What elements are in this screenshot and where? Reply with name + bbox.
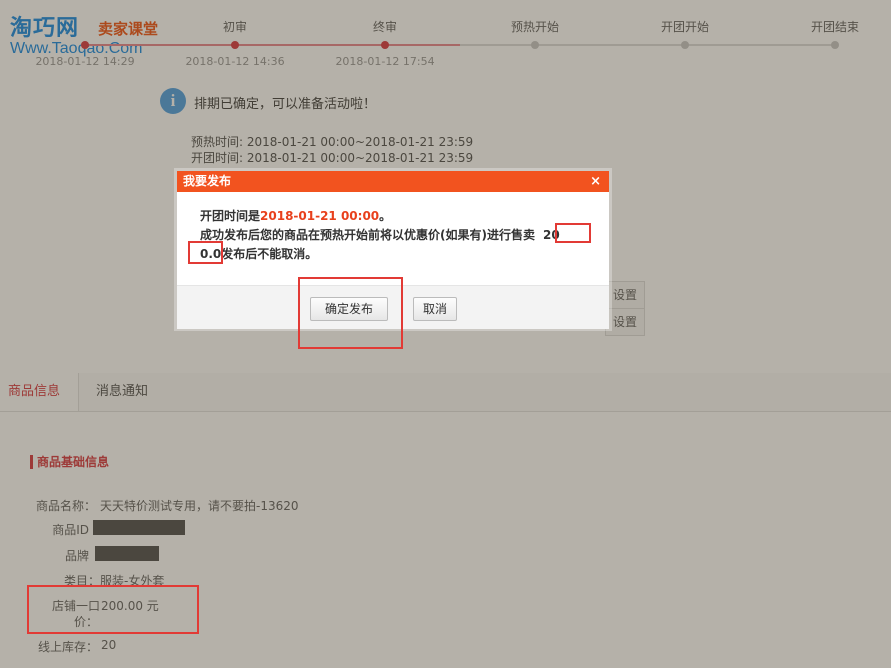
message-line-2: 成功发布后您的商品在预热开始前将以优惠价(如果有)进行售卖 20 (200, 226, 600, 245)
group-time-suffix: 。 (379, 209, 392, 223)
dialog-header: 我要发布 × (177, 171, 609, 192)
cancel-button[interactable]: 取消 (413, 297, 457, 321)
annotation-box-price-field (27, 585, 199, 634)
modal-overlay (0, 0, 891, 668)
group-time-highlight: 2018-01-21 00:00 (260, 209, 380, 223)
message-line-1: 开团时间是2018-01-21 00:00。 (200, 207, 600, 226)
message-line-3: 0.0发布后不能取消。 (200, 245, 600, 264)
annotation-box-confirm-button (298, 277, 403, 349)
dialog-message: 开团时间是2018-01-21 00:00。 成功发布后您的商品在预热开始前将以… (200, 207, 600, 264)
group-time-prefix: 开团时间是 (200, 209, 261, 223)
annotation-box-price-top (555, 223, 591, 243)
sale-notice: 成功发布后您的商品在预热开始前将以优惠价(如果有)进行售卖 (200, 228, 535, 242)
annotation-box-price-bottom (188, 241, 223, 264)
dialog-title: 我要发布 (183, 174, 232, 188)
cannot-cancel-notice: 发布后不能取消。 (221, 247, 318, 261)
close-icon[interactable]: × (590, 171, 601, 192)
